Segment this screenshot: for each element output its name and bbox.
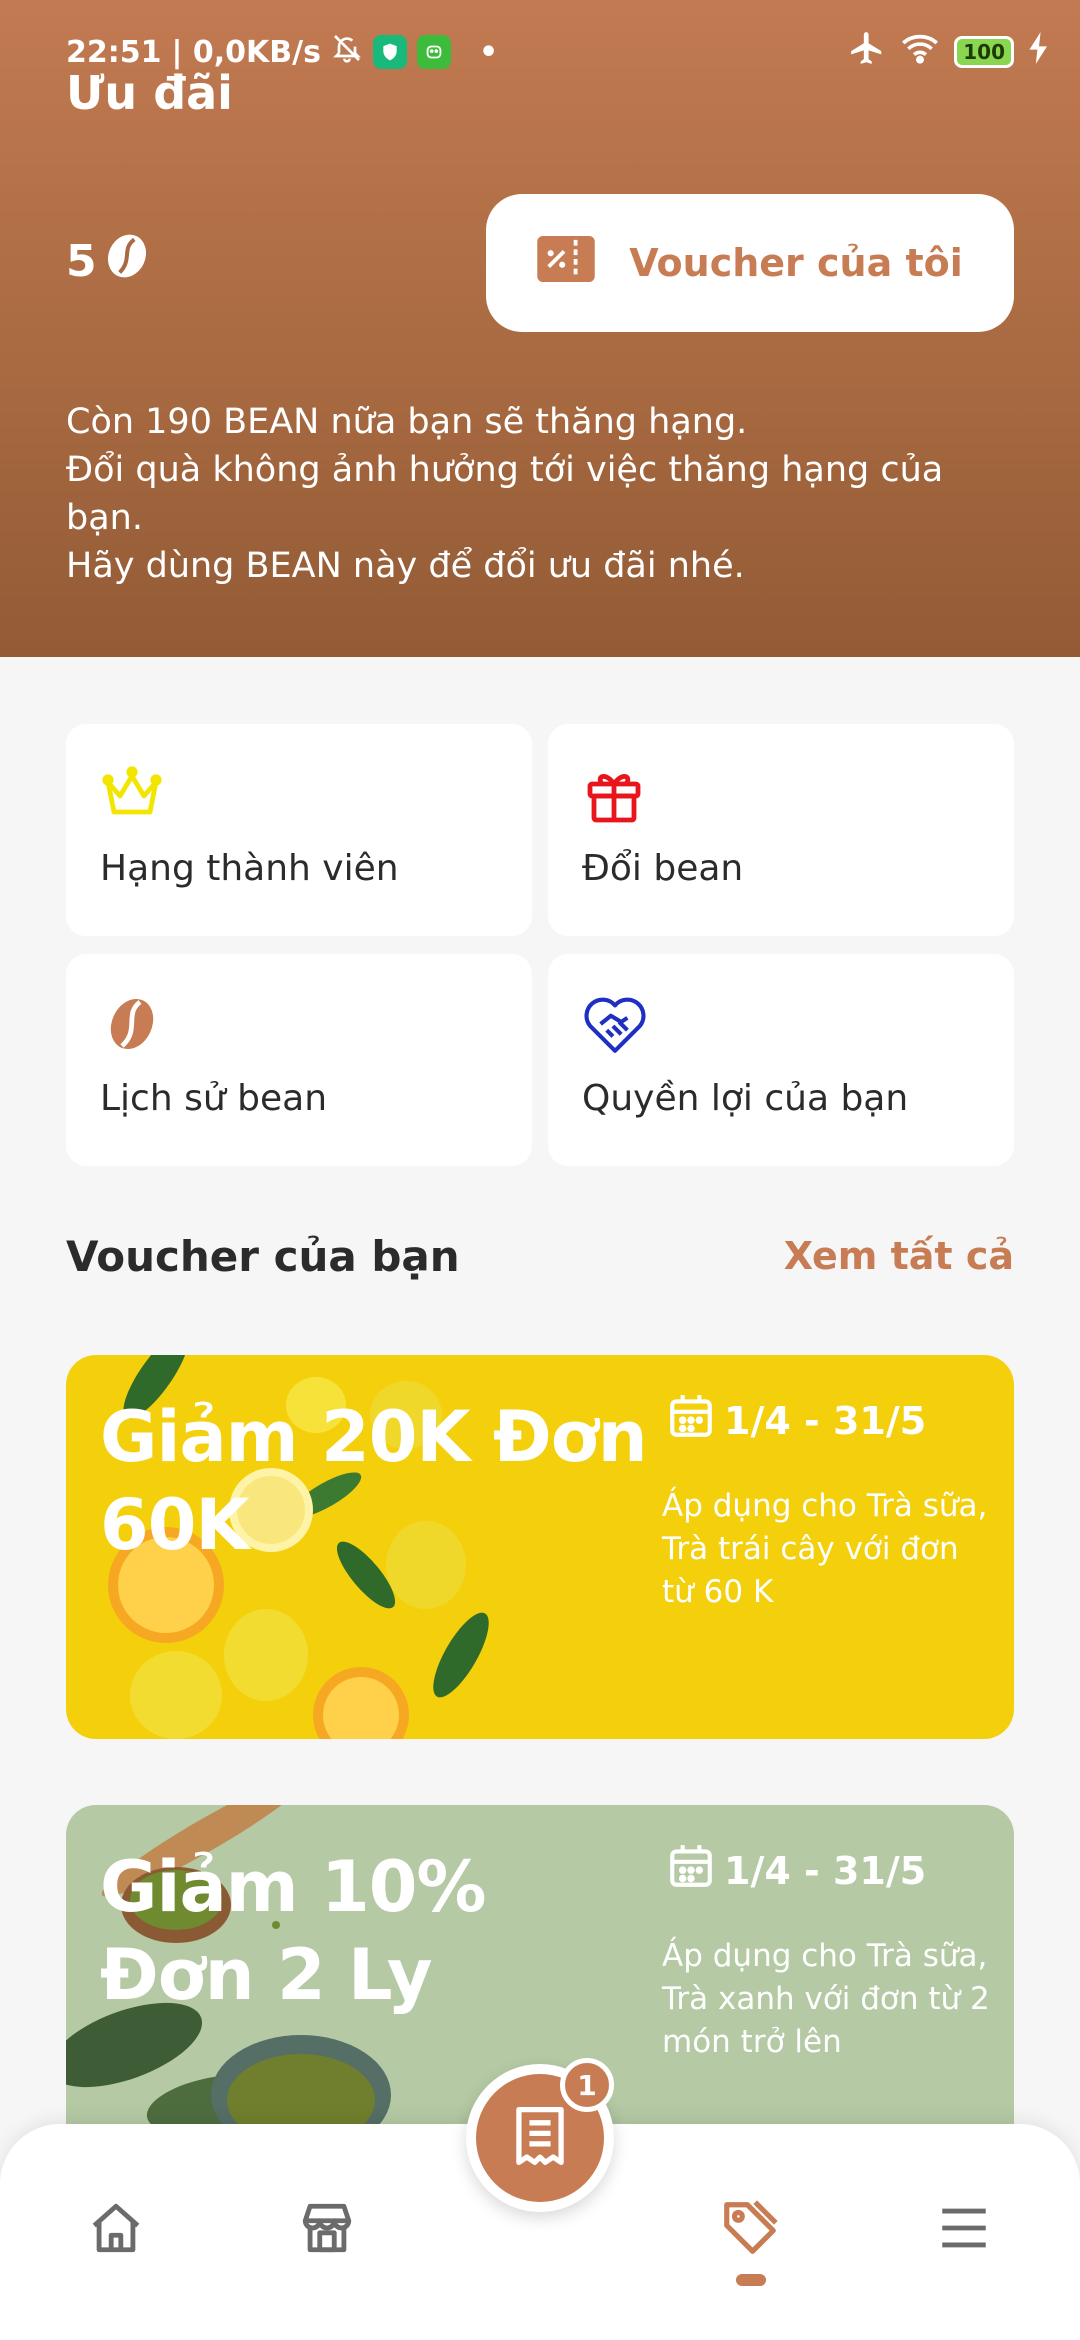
status-time: 22:51 — [66, 34, 162, 70]
heart-handshake-icon — [582, 992, 646, 1056]
nav-offers[interactable] — [710, 2190, 790, 2270]
tile-exchange-bean[interactable]: Đổi bean — [548, 724, 1014, 936]
my-voucher-label: Voucher của tôi — [629, 241, 963, 285]
my-voucher-button[interactable]: Voucher của tôi — [486, 194, 1014, 332]
active-tab-indicator — [736, 2274, 766, 2286]
tile-membership-rank[interactable]: Hạng thành viên — [66, 724, 532, 936]
nav-home[interactable] — [76, 2190, 156, 2270]
battery-icon: 100 — [954, 36, 1014, 68]
see-all-link[interactable]: Xem tất cả — [784, 1234, 1014, 1278]
voucher-date-text: 1/4 - 31/5 — [724, 1848, 927, 1893]
voucher-date-text: 1/4 - 31/5 — [724, 1398, 927, 1443]
menu-icon — [935, 2199, 993, 2261]
receipt-icon — [511, 2104, 569, 2172]
tile-bean-history[interactable]: Lịch sử bean — [66, 954, 532, 1166]
nav-menu[interactable] — [924, 2190, 1004, 2270]
tag-icon — [719, 2197, 781, 2263]
voucher-date: 1/4 - 31/5 — [666, 1841, 926, 1900]
voucher-description: Áp dụng cho Trà sữa, Trà xanh với đơn từ… — [662, 1938, 990, 2060]
ticket-icon — [537, 235, 595, 291]
rank-info-line: Hãy dùng BEAN này để đổi ưu đãi nhé. — [66, 546, 745, 586]
calendar-icon — [666, 1841, 716, 1900]
bell-off-icon — [331, 32, 363, 72]
voucher-card[interactable]: Giảm 20K Đơn 60K 1/4 - 31/5 Áp dụng cho … — [66, 1355, 1014, 1739]
bean-balance: 5 — [66, 232, 149, 291]
shield-app-icon — [372, 35, 407, 69]
status-dot: • — [478, 34, 499, 70]
airplane-icon — [848, 29, 886, 75]
coffee-bean-icon — [100, 992, 164, 1056]
calendar-icon — [666, 1391, 716, 1450]
coffee-bean-icon — [105, 232, 149, 291]
status-network-speed: | 0,0KB/s — [171, 34, 321, 70]
tile-label: Hạng thành viên — [100, 848, 399, 889]
store-icon — [298, 2199, 356, 2261]
voucher-title: Giảm 10% Đơn 2 Ly — [100, 1846, 487, 2016]
gift-icon — [582, 762, 646, 826]
voucher-description: Áp dụng cho Trà sữa, Trà trái cây với đơ… — [662, 1488, 988, 1610]
voucher-date: 1/4 - 31/5 — [666, 1391, 926, 1450]
tile-label: Đổi bean — [582, 848, 744, 889]
nav-store[interactable] — [287, 2190, 367, 2270]
bean-count-value: 5 — [66, 236, 97, 287]
cart-badge: 1 — [560, 2058, 614, 2112]
voucher-title: Giảm 20K Đơn 60K — [100, 1396, 648, 1566]
rank-info: Còn 190 BEAN nữa bạn sẽ thăng hạng. Đổi … — [66, 398, 1026, 590]
charging-icon — [1028, 32, 1050, 72]
tile-label: Lịch sử bean — [100, 1078, 328, 1119]
tile-label: Quyền lợi của bạn — [582, 1078, 909, 1119]
wifi-icon — [900, 31, 940, 73]
android-app-icon — [416, 35, 451, 69]
tile-your-benefits[interactable]: Quyền lợi của bạn — [548, 954, 1014, 1166]
crown-icon — [100, 762, 164, 826]
page-title: Ưu đãi — [66, 66, 233, 120]
section-title: Voucher của bạn — [66, 1232, 460, 1281]
rank-info-line: Đổi quà không ảnh hưởng tới việc thăng h… — [66, 450, 944, 538]
home-icon — [87, 2199, 145, 2261]
rank-info-line: Còn 190 BEAN nữa bạn sẽ thăng hạng. — [66, 402, 748, 442]
